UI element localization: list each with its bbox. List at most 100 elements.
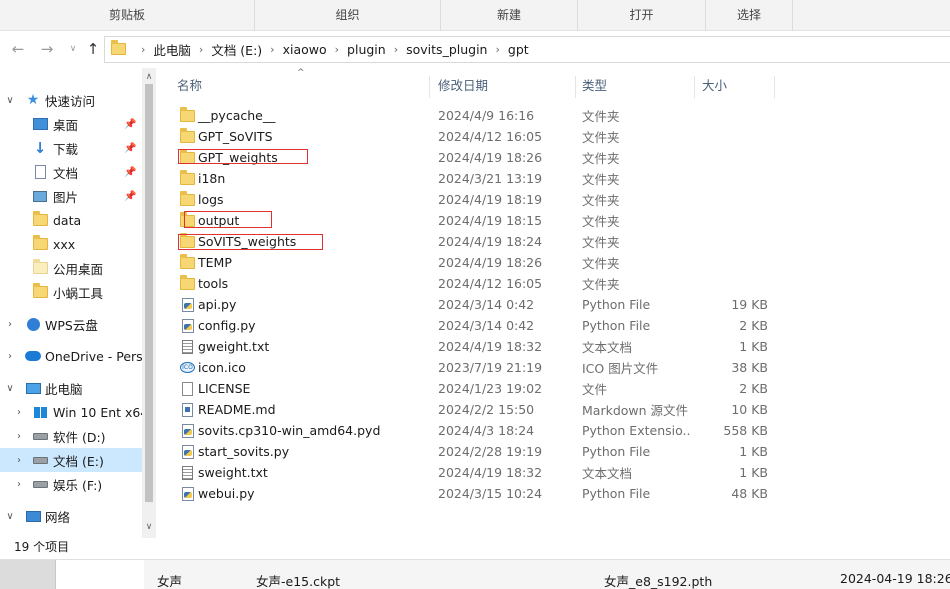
chevron-right-icon[interactable]: ›	[141, 43, 145, 56]
address-toolbar: ← → ∨ ↑ › 此电脑 › 文档 (E:) › xiaowo › plugi…	[0, 31, 950, 68]
chevron-right-icon[interactable]: ›	[4, 319, 16, 330]
chevron-right-icon[interactable]: ›	[199, 43, 203, 56]
breadcrumb-item[interactable]: 此电脑	[153, 40, 191, 59]
file-type: Python File	[582, 444, 651, 459]
file-row[interactable]: ICO icon.ico 2023/7/19 21:19 ICO 图片文件 38…	[170, 357, 950, 378]
chevron-right-icon[interactable]: ›	[335, 43, 339, 56]
scroll-down-icon[interactable]: ∨	[142, 520, 156, 534]
file-row[interactable]: SoVITS_weights 2024/4/19 18:24 文件夹	[170, 231, 950, 252]
column-header-name[interactable]: 名称	[177, 68, 202, 104]
ribbon-group-open[interactable]: 打开	[578, 0, 706, 31]
breadcrumb-item[interactable]: 文档 (E:)	[211, 40, 262, 59]
file-size: 1 KB	[739, 444, 768, 459]
back-arrow-icon[interactable]: ←	[9, 40, 27, 58]
column-divider[interactable]	[774, 76, 775, 98]
file-type: 文件夹	[582, 256, 620, 271]
file-row[interactable]: GPT_SoVITS 2024/4/12 16:05 文件夹	[170, 126, 950, 147]
column-header-date[interactable]: 修改日期	[438, 68, 488, 104]
file-row[interactable]: __pycache__ 2024/4/9 16:16 文件夹	[170, 105, 950, 126]
file-row[interactable]: LICENSE 2024/1/23 19:02 文件 2 KB	[170, 378, 950, 399]
up-arrow-icon[interactable]: ↑	[84, 40, 102, 58]
recent-locations-chevron-icon[interactable]: ∨	[64, 40, 82, 58]
nav-item-downloads[interactable]: ↓ 下载 📌	[0, 136, 142, 160]
column-header-type[interactable]: 类型	[582, 68, 607, 104]
column-divider[interactable]	[575, 76, 576, 98]
nav-item-drive-c[interactable]: › Win 10 Ent x64	[0, 400, 142, 424]
column-divider[interactable]	[694, 76, 695, 98]
file-row[interactable]: README.md 2024/2/2 15:50 Markdown 源文件 10…	[170, 399, 950, 420]
nav-item-folder-xxx[interactable]: xxx	[0, 232, 142, 256]
nav-item-drive-f[interactable]: › 娱乐 (F:)	[0, 472, 142, 496]
nav-item-onedrive[interactable]: › OneDrive - Perso	[0, 344, 142, 368]
pin-icon[interactable]: 📌	[124, 167, 136, 178]
nav-item-drive-d[interactable]: › 软件 (D:)	[0, 424, 142, 448]
chevron-right-icon[interactable]: ›	[495, 43, 499, 56]
breadcrumb-item[interactable]: xiaowo	[283, 42, 327, 57]
scrollbar-thumb[interactable]	[145, 84, 153, 502]
nav-item-label: WPS云盘	[45, 317, 98, 333]
column-divider[interactable]	[429, 76, 430, 98]
nav-item-documents[interactable]: 文档 📌	[0, 160, 142, 184]
file-row[interactable]: output 2024/4/19 18:15 文件夹	[170, 210, 950, 231]
file-row[interactable]: logs 2024/4/19 18:19 文件夹	[170, 189, 950, 210]
chevron-right-icon[interactable]: ›	[13, 455, 25, 466]
ribbon-group-organize[interactable]: 组织	[255, 0, 441, 31]
bottom-cell[interactable]: 女声-e15.ckpt	[256, 571, 340, 589]
file-row[interactable]: gweight.txt 2024/4/19 18:32 文本文档 1 KB	[170, 336, 950, 357]
ribbon-group-select[interactable]: 选择	[706, 0, 793, 31]
chevron-right-icon[interactable]: ›	[394, 43, 398, 56]
chevron-right-icon[interactable]: ›	[13, 407, 25, 418]
breadcrumb-item[interactable]: gpt	[508, 42, 529, 57]
breadcrumb-item[interactable]: sovits_plugin	[406, 42, 487, 57]
column-header-size[interactable]: 大小	[702, 68, 727, 104]
nav-item-wps-cloud[interactable]: › WPS云盘	[0, 312, 142, 336]
file-type: Python File	[582, 297, 651, 312]
file-name: SoVITS_weights	[198, 234, 297, 249]
scroll-up-icon[interactable]: ∧	[142, 70, 156, 84]
bottom-cell[interactable]: 2024-04-19 18:26	[840, 571, 950, 586]
file-row[interactable]: TEMP 2024/4/19 18:26 文件夹	[170, 252, 950, 273]
nav-item-public-desktop[interactable]: 公用桌面	[0, 256, 142, 280]
file-size: 10 KB	[731, 402, 768, 417]
file-type: 文本文档	[582, 340, 633, 355]
nav-item-this-pc[interactable]: ∨ 此电脑	[0, 376, 142, 400]
nav-item-label: 桌面	[53, 117, 79, 133]
chevron-right-icon[interactable]: ›	[4, 351, 16, 362]
file-row[interactable]: start_sovits.py 2024/2/28 19:19 Python F…	[170, 441, 950, 462]
nav-item-xiaowo-tools[interactable]: 小蜗工具	[0, 280, 142, 304]
nav-item-desktop[interactable]: 桌面 📌	[0, 112, 142, 136]
address-bar[interactable]: › 此电脑 › 文档 (E:) › xiaowo › plugin › sovi…	[104, 36, 950, 63]
ribbon-group-new[interactable]: 新建	[441, 0, 578, 31]
pin-icon[interactable]: 📌	[124, 191, 136, 202]
nav-item-quick-access[interactable]: ∨ ★ 快速访问	[0, 88, 142, 112]
nav-item-drive-e[interactable]: › 文档 (E:)	[0, 448, 142, 472]
file-row[interactable]: api.py 2024/3/14 0:42 Python File 19 KB	[170, 294, 950, 315]
nav-item-folder-data[interactable]: data	[0, 208, 142, 232]
file-row[interactable]: sovits.cp310-win_amd64.pyd 2024/4/3 18:2…	[170, 420, 950, 441]
breadcrumb-item[interactable]: plugin	[347, 42, 386, 57]
picture-icon	[33, 190, 47, 202]
file-row[interactable]: i18n 2024/3/21 13:19 文件夹	[170, 168, 950, 189]
forward-arrow-icon[interactable]: →	[38, 40, 56, 58]
pin-icon[interactable]: 📌	[124, 143, 136, 154]
desktop-icon	[32, 118, 48, 130]
file-row[interactable]: webui.py 2024/3/15 10:24 Python File 48 …	[170, 483, 950, 504]
file-row[interactable]: tools 2024/4/12 16:05 文件夹	[170, 273, 950, 294]
chevron-right-icon[interactable]: ›	[13, 431, 25, 442]
chevron-down-icon[interactable]: ∨	[4, 383, 16, 394]
file-row[interactable]: GPT_weights 2024/4/19 18:26 文件夹	[170, 147, 950, 168]
chevron-right-icon[interactable]: ›	[270, 43, 274, 56]
bottom-cell[interactable]: 女声	[157, 571, 182, 589]
chevron-down-icon[interactable]: ∨	[4, 95, 16, 106]
file-row[interactable]: config.py 2024/3/14 0:42 Python File 2 K…	[170, 315, 950, 336]
pin-icon[interactable]: 📌	[124, 119, 136, 130]
file-row[interactable]: sweight.txt 2024/4/19 18:32 文本文档 1 KB	[170, 462, 950, 483]
nav-item-pictures[interactable]: 图片 📌	[0, 184, 142, 208]
ribbon-group-clipboard[interactable]: 剪贴板	[0, 0, 255, 31]
bottom-cell[interactable]: 女声_e8_s192.pth	[604, 571, 712, 589]
chevron-right-icon[interactable]: ›	[13, 479, 25, 490]
nav-item-network[interactable]: ∨ 网络	[0, 504, 142, 528]
chevron-down-icon[interactable]: ∨	[4, 511, 16, 522]
python-file-icon	[181, 486, 194, 501]
nav-scrollbar[interactable]: ∧ ∨	[142, 68, 156, 538]
